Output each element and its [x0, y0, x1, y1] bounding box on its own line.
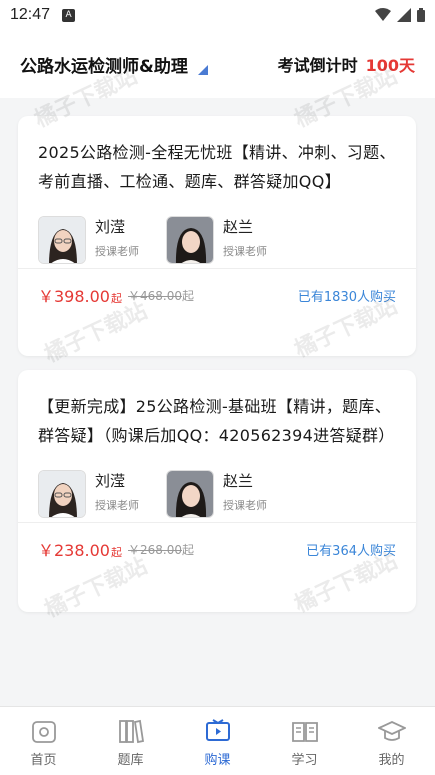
teacher-avatar [38, 216, 86, 264]
teacher-name: 刘滢 [95, 218, 126, 236]
home-icon [31, 721, 56, 743]
bottom-tab-bar: 首页 题库 购课 学习 我的 [0, 706, 435, 775]
teacher-list: 刘滢 授课老师 赵兰 授课老师 [18, 196, 416, 268]
exam-category-title[interactable]: 公路水运检测师&助理 [20, 52, 188, 77]
top-header: 公路水运检测师&助理 考试倒计时 100天 [0, 30, 435, 98]
teacher-avatar [38, 470, 86, 518]
battery-icon [417, 8, 425, 22]
exam-countdown: 考试倒计时 100天 [278, 52, 415, 76]
teacher-avatar [166, 216, 214, 264]
tab-label: 首页 [30, 753, 57, 768]
course-title: 2025公路检测-全程无忧班【精讲、冲刺、习题、考前直播、工检通、题库、群答疑加… [38, 143, 396, 191]
price-value: ￥398.00 [38, 287, 110, 306]
notification-icon: A [62, 8, 76, 22]
graduation-cap-icon [377, 721, 406, 741]
teacher-name: 赵兰 [223, 218, 254, 236]
tab-question-bank[interactable]: 题库 [87, 707, 174, 775]
original-price-suffix: 起 [182, 542, 195, 557]
dropdown-triangle-icon[interactable] [197, 65, 208, 75]
price-value: ￥238.00 [38, 541, 110, 560]
price-suffix: 起 [111, 292, 122, 305]
course-title: 【更新完成】25公路检测-基础班【精讲，题库、群答疑】（购课后加QQ：42056… [38, 397, 395, 445]
buyer-count: 已有1830人购买 [297, 289, 396, 305]
original-price-value: ￥468.00 [128, 288, 182, 303]
teacher-role: 授课老师 [223, 499, 267, 512]
teacher-item: 刘滢 授课老师 [38, 470, 166, 522]
teacher-name: 赵兰 [223, 472, 254, 490]
teacher-role: 授课老师 [95, 499, 139, 512]
wifi-icon [375, 8, 391, 21]
teacher-role: 授课老师 [95, 245, 139, 258]
tab-label: 购课 [204, 753, 231, 768]
status-time: 12:47 [10, 6, 51, 23]
teacher-item: 赵兰 授课老师 [166, 216, 294, 268]
teacher-avatar [166, 470, 214, 518]
price-row: ￥238.00起 ￥268.00起 已有364人购买 [18, 523, 416, 575]
tab-label: 我的 [378, 753, 405, 768]
books-icon [118, 719, 144, 744]
tab-buy-course[interactable]: 购课 [174, 707, 261, 775]
tab-label: 学习 [291, 753, 318, 768]
teacher-list: 刘滢 授课老师 赵兰 授课老师 [18, 450, 416, 522]
course-card[interactable]: 2025公路检测-全程无忧班【精讲、冲刺、习题、考前直播、工检通、题库、群答疑加… [18, 116, 416, 356]
countdown-label: 考试倒计时 [277, 56, 358, 75]
book-open-icon [291, 722, 318, 742]
price-suffix: 起 [111, 546, 122, 559]
tab-mine[interactable]: 我的 [348, 707, 435, 775]
teacher-item: 赵兰 授课老师 [166, 470, 294, 522]
countdown-value: 100天 [365, 56, 415, 75]
buyer-count: 已有364人购买 [306, 543, 396, 559]
original-price-suffix: 起 [182, 288, 195, 303]
original-price: ￥268.00起 [128, 541, 194, 558]
tab-label: 题库 [117, 753, 144, 768]
course-card[interactable]: 【更新完成】25公路检测-基础班【精讲，题库、群答疑】（购课后加QQ：42056… [18, 370, 416, 612]
status-bar: 12:47 A [0, 0, 435, 30]
signal-icon [397, 8, 411, 22]
status-icons [375, 8, 425, 22]
teacher-role: 授课老师 [223, 245, 267, 258]
course-price: ￥398.00起 [38, 283, 122, 307]
teacher-name: 刘滢 [95, 472, 126, 490]
course-list: 2025公路检测-全程无忧班【精讲、冲刺、习题、考前直播、工检通、题库、群答疑加… [0, 98, 435, 706]
original-price: ￥468.00起 [128, 287, 194, 304]
price-row: ￥398.00起 ￥468.00起 已有1830人购买 [18, 269, 416, 321]
video-icon [205, 719, 230, 741]
original-price-value: ￥268.00 [128, 542, 182, 557]
tab-study[interactable]: 学习 [261, 707, 348, 775]
teacher-item: 刘滢 授课老师 [38, 216, 166, 268]
course-price: ￥238.00起 [38, 537, 122, 561]
tab-home[interactable]: 首页 [0, 707, 87, 775]
